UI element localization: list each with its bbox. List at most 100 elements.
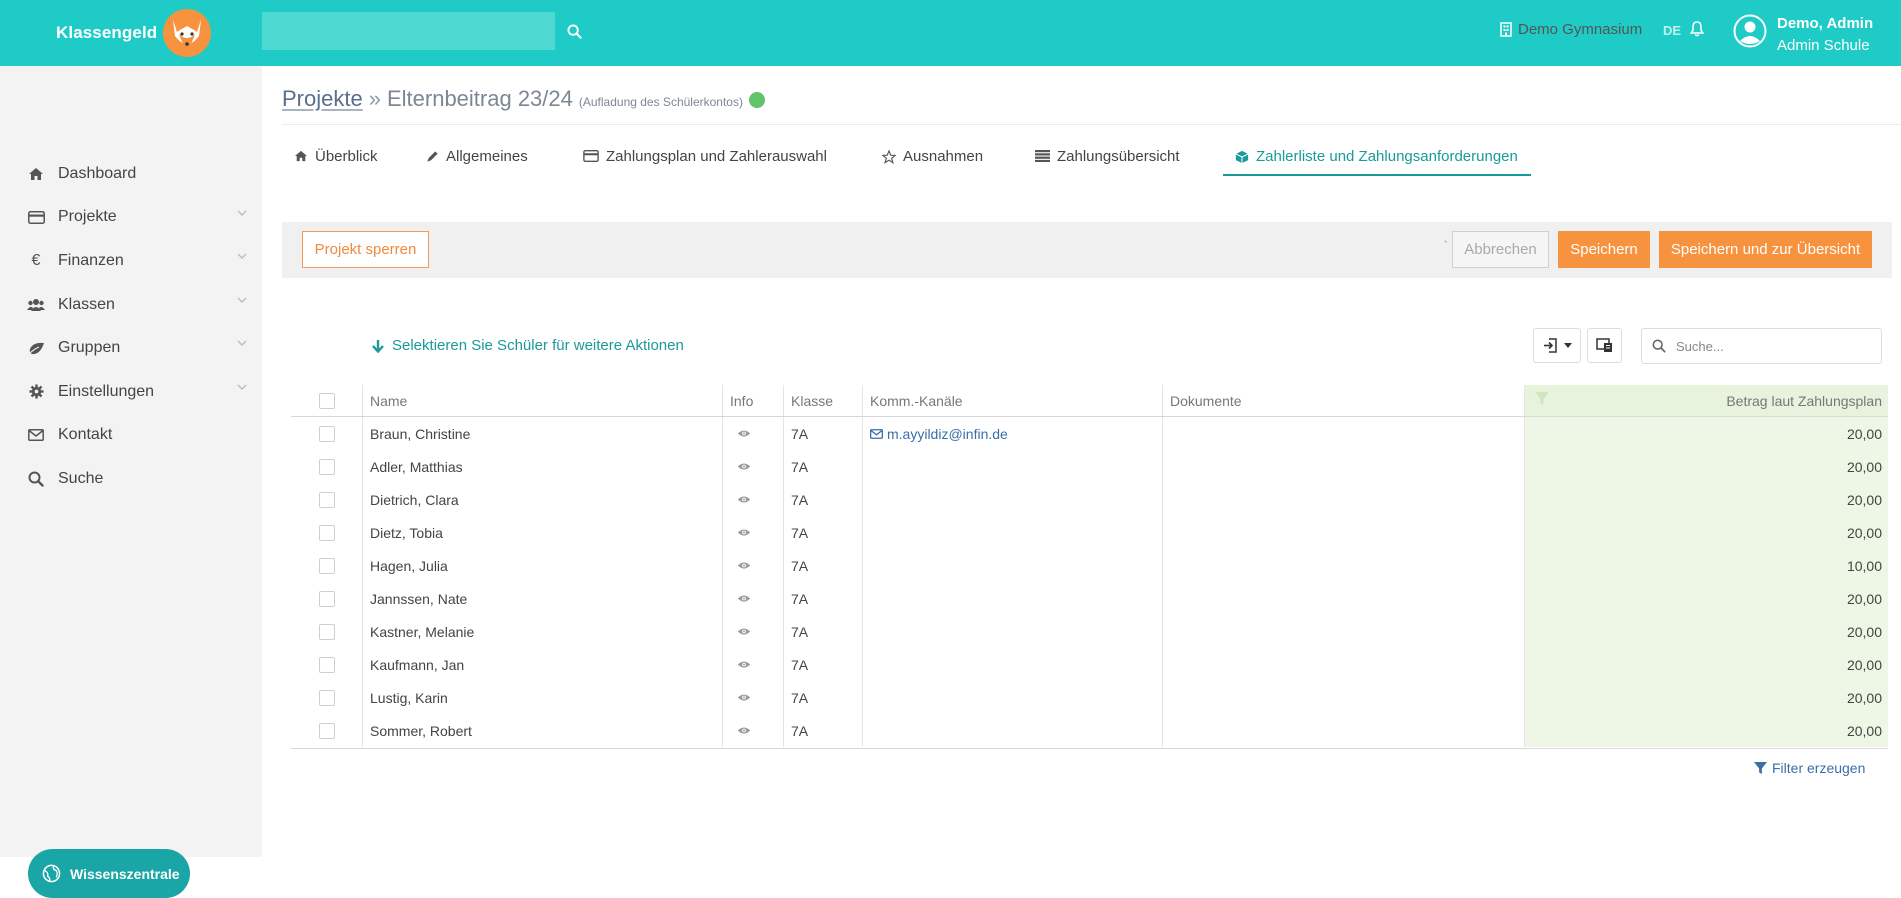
save-and-overview-button[interactable]: Speichern und zur Übersicht	[1659, 231, 1872, 268]
table-row[interactable]: Dietrich, Clara 7A 20,00	[291, 483, 1888, 516]
table-search-input[interactable]	[1676, 338, 1866, 354]
bell-icon[interactable]	[1690, 21, 1704, 37]
chevron-down-icon	[237, 384, 247, 390]
table-row[interactable]: Adler, Matthias 7A 20,00	[291, 450, 1888, 483]
eye-icon[interactable]	[737, 561, 751, 570]
eye-icon[interactable]	[737, 693, 751, 702]
fox-logo-icon	[163, 9, 212, 57]
eye-icon[interactable]	[737, 495, 751, 504]
avatar[interactable]	[1733, 14, 1767, 48]
table-row[interactable]: Sommer, Robert 7A 20,00	[291, 714, 1888, 747]
sidebar-item-label: Gruppen	[58, 339, 121, 357]
row-checkbox[interactable]	[318, 524, 335, 541]
wissenszentrale-label: Wissenszentrale	[70, 865, 180, 882]
table-row[interactable]: Jannssen, Nate 7A 20,00	[291, 582, 1888, 615]
row-checkbox[interactable]	[318, 425, 335, 442]
student-name[interactable]: Adler, Matthias	[362, 450, 722, 483]
eye-icon[interactable]	[737, 462, 751, 471]
amount-cell: 20,00	[1524, 681, 1888, 714]
language-switch[interactable]: DE	[1663, 23, 1681, 38]
lock-project-button[interactable]: Projekt sperren	[302, 231, 429, 268]
header-divider	[282, 124, 1901, 125]
row-checkbox[interactable]	[318, 656, 335, 673]
documents-cell	[1162, 582, 1524, 615]
sidebar-item-suche[interactable]: Suche	[0, 457, 262, 501]
row-checkbox[interactable]	[318, 590, 335, 607]
tab-zahlerliste[interactable]: Zahlerliste und Zahlungsanforderungen	[1223, 140, 1531, 176]
eye-icon[interactable]	[737, 528, 751, 537]
documents-cell	[1162, 648, 1524, 681]
wissenszentrale-button[interactable]: Wissenszentrale	[28, 849, 190, 898]
amount-cell: 20,00	[1524, 516, 1888, 549]
app-logo[interactable]: Klassengeld	[56, 8, 213, 58]
tab-ueberblick[interactable]: Überblick	[282, 140, 414, 176]
row-checkbox[interactable]	[318, 458, 335, 475]
student-name[interactable]: Dietz, Tobia	[362, 516, 722, 549]
school-selector[interactable]: Demo Gymnasium	[1500, 21, 1642, 38]
table-row[interactable]: Lustig, Karin 7A 20,00	[291, 681, 1888, 714]
communication-channels: m.ayyildiz@infin.de	[862, 417, 1162, 450]
cancel-button[interactable]: Abbrechen	[1452, 231, 1549, 268]
student-name[interactable]: Sommer, Robert	[362, 714, 722, 747]
top-search-input[interactable]	[262, 12, 555, 50]
table-row[interactable]: Dietz, Tobia 7A 20,00	[291, 516, 1888, 549]
eye-icon[interactable]	[737, 627, 751, 636]
eye-icon[interactable]	[737, 660, 751, 669]
column-header-name[interactable]: Name	[362, 385, 722, 416]
tab-zahlungsuebersicht[interactable]: Zahlungsübersicht	[1023, 140, 1223, 176]
breadcrumb-projekte-link[interactable]: Projekte	[282, 86, 363, 112]
tab-ausnahmen[interactable]: Ausnahmen	[870, 140, 1023, 176]
eye-icon[interactable]	[737, 594, 751, 603]
column-header-betrag[interactable]: Betrag laut Zahlungsplan	[1524, 385, 1888, 416]
sidebar-item-gruppen[interactable]: Gruppen	[0, 326, 262, 370]
create-filter-link[interactable]: Filter erzeugen	[1754, 760, 1865, 776]
sidebar-item-kontakt[interactable]: Kontakt	[0, 414, 262, 458]
row-checkbox[interactable]	[318, 491, 335, 508]
student-name[interactable]: Hagen, Julia	[362, 549, 722, 582]
sidebar-item-finanzen[interactable]: € Finanzen	[0, 239, 262, 283]
student-name[interactable]: Lustig, Karin	[362, 681, 722, 714]
student-name[interactable]: Kastner, Melanie	[362, 615, 722, 648]
sidebar-item-dashboard[interactable]: Dashboard	[0, 152, 262, 196]
tab-allgemeines[interactable]: Allgemeines	[414, 140, 571, 176]
sidebar-item-klassen[interactable]: Klassen	[0, 283, 262, 327]
row-checkbox[interactable]	[318, 722, 335, 739]
communication-channels	[862, 615, 1162, 648]
table-row[interactable]: Kaufmann, Jan 7A 20,00	[291, 648, 1888, 681]
export-dropdown-button[interactable]	[1533, 328, 1581, 363]
table-row[interactable]: Braun, Christine 7A m.ayyildiz@infin.de …	[291, 417, 1888, 450]
tab-label: Zahlungsplan und Zahlerauswahl	[606, 148, 827, 165]
column-settings-button[interactable]	[1587, 328, 1622, 363]
select-students-hint[interactable]: Selektieren Sie Schüler für weitere Akti…	[372, 337, 684, 354]
student-name[interactable]: Braun, Christine	[362, 417, 722, 450]
select-all-checkbox[interactable]	[318, 392, 335, 409]
row-checkbox[interactable]	[318, 689, 335, 706]
documents-cell	[1162, 417, 1524, 450]
user-menu[interactable]: Demo, Admin Admin Schule	[1777, 13, 1873, 57]
tab-zahlungsplan[interactable]: Zahlungsplan und Zahlerauswahl	[571, 140, 870, 176]
table-row[interactable]: Kastner, Melanie 7A 20,00	[291, 615, 1888, 648]
list-icon	[1035, 150, 1050, 162]
sidebar-item-einstellungen[interactable]: Einstellungen	[0, 370, 262, 414]
documents-cell	[1162, 681, 1524, 714]
globe-icon	[42, 864, 61, 883]
column-header-betrag-label: Betrag laut Zahlungsplan	[1726, 392, 1882, 409]
student-name[interactable]: Jannssen, Nate	[362, 582, 722, 615]
student-name[interactable]: Dietrich, Clara	[362, 483, 722, 516]
communication-channels	[862, 483, 1162, 516]
top-search-button[interactable]	[562, 19, 586, 43]
sidebar-item-projekte[interactable]: Projekte	[0, 196, 262, 240]
save-button[interactable]: Speichern	[1558, 231, 1650, 268]
student-class: 7A	[783, 582, 862, 615]
student-name[interactable]: Kaufmann, Jan	[362, 648, 722, 681]
select-hint-label: Selektieren Sie Schüler für weitere Akti…	[392, 337, 684, 354]
email-link[interactable]: m.ayyildiz@infin.de	[870, 426, 1008, 442]
table-row[interactable]: Hagen, Julia 7A 10,00	[291, 549, 1888, 582]
table-search[interactable]	[1641, 328, 1882, 364]
row-checkbox[interactable]	[318, 623, 335, 640]
eye-icon[interactable]	[737, 429, 751, 438]
student-class: 7A	[783, 714, 862, 747]
eye-icon[interactable]	[737, 726, 751, 735]
row-checkbox[interactable]	[318, 557, 335, 574]
column-header-klasse[interactable]: Klasse	[783, 385, 862, 416]
